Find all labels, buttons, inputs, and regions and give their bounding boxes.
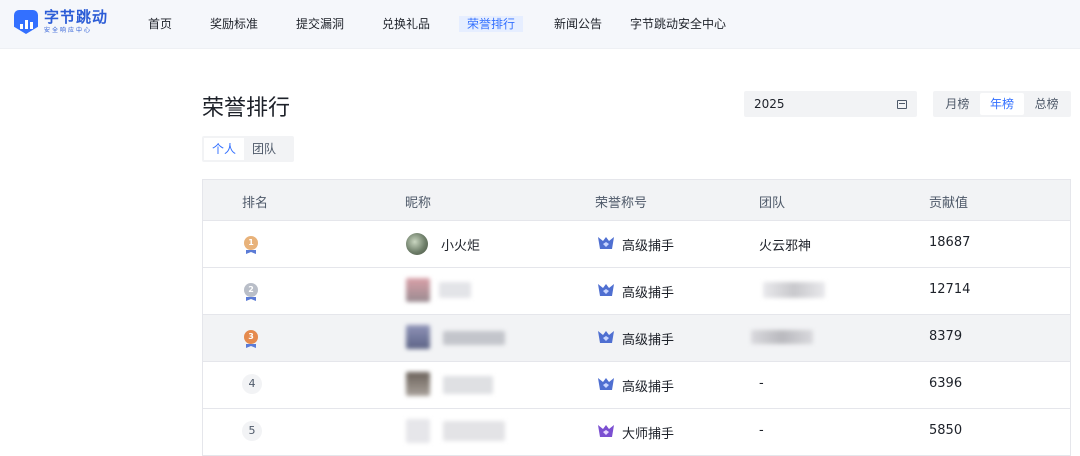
avatar[interactable]: [406, 372, 430, 396]
tab-individual[interactable]: 个人: [204, 138, 245, 160]
nickname[interactable]: [443, 421, 505, 441]
header-honor-title: 荣誉称号: [595, 196, 648, 211]
logo-title: 字节跳动: [44, 8, 109, 26]
top-navbar: 字节跳动 安全响应中心 首页 奖励标准 提交漏洞 兑换礼品 荣誉排行 新闻公告 …: [0, 0, 1080, 49]
senior-hunter-badge-icon: [597, 377, 615, 391]
team-name: [751, 330, 813, 344]
table-row: 1 小火炬 高级捕手 火云邪神 18687: [203, 221, 1070, 268]
avatar[interactable]: [406, 278, 430, 302]
header-nickname: 昵称: [405, 196, 432, 211]
logo-chart-icon: [14, 10, 38, 34]
nav-submit-vulnerability[interactable]: 提交漏洞: [296, 16, 344, 32]
rank-number: 5: [242, 421, 262, 441]
ranking-type-tabs: 个人 团队: [202, 136, 294, 162]
honor-title: 高级捕手: [622, 286, 675, 301]
period-segmented-control: 月榜 年榜 总榜: [933, 91, 1071, 117]
year-picker[interactable]: 2025: [744, 91, 917, 117]
senior-hunter-badge-icon: [597, 236, 615, 250]
senior-hunter-badge-icon: [597, 330, 615, 344]
nav-honor-ranking[interactable]: 荣誉排行: [459, 16, 524, 32]
avatar[interactable]: [406, 325, 430, 349]
score: 12714: [929, 282, 971, 297]
page-title: 荣誉排行: [202, 96, 291, 121]
team-name: [763, 282, 825, 298]
nav-news[interactable]: 新闻公告: [554, 16, 602, 32]
team-name: 火云邪神: [759, 239, 812, 254]
avatar[interactable]: [406, 419, 430, 443]
year-value: 2025: [754, 97, 785, 111]
logo[interactable]: 字节跳动 安全响应中心: [14, 10, 108, 34]
table-row: 5 大师捕手 - 5850: [203, 409, 1070, 456]
team-name: -: [759, 423, 764, 438]
silver-medal-icon: 2: [244, 283, 258, 297]
nickname[interactable]: 小火炬: [441, 235, 480, 254]
honor-title: 高级捕手: [622, 380, 675, 395]
master-hunter-badge-icon: [597, 424, 615, 438]
header-rank: 排名: [242, 196, 269, 211]
nickname[interactable]: [443, 331, 505, 345]
table-row: 4 高级捕手 - 6396: [203, 362, 1070, 409]
honor-title: 大师捕手: [622, 427, 675, 442]
score: 18687: [929, 235, 971, 250]
nickname[interactable]: [443, 376, 493, 394]
score: 6396: [929, 376, 963, 391]
table-header: 排名 昵称 荣誉称号 团队 贡献值: [203, 180, 1070, 221]
honor-title: 高级捕手: [622, 239, 675, 254]
avatar[interactable]: [406, 233, 428, 255]
honor-title: 高级捕手: [622, 333, 675, 348]
bronze-medal-icon: 3: [244, 330, 258, 344]
nickname[interactable]: [439, 282, 471, 298]
tab-all-time[interactable]: 总榜: [1024, 93, 1069, 115]
table-row: 2 高级捕手 12714: [203, 268, 1070, 315]
header-team: 团队: [759, 196, 786, 211]
header-score: 贡献值: [929, 196, 969, 211]
senior-hunter-badge-icon: [597, 283, 615, 297]
rank-number: 4: [242, 374, 262, 394]
nav-security-center[interactable]: 字节跳动安全中心: [630, 16, 726, 32]
nav-home[interactable]: 首页: [148, 16, 172, 32]
nav-reward-standards[interactable]: 奖励标准: [210, 16, 258, 32]
team-name: -: [759, 376, 764, 391]
score: 5850: [929, 423, 963, 438]
gold-medal-icon: 1: [244, 236, 258, 250]
calendar-icon: [897, 99, 907, 109]
score: 8379: [929, 329, 963, 344]
tab-team[interactable]: 团队: [244, 138, 284, 160]
tab-yearly[interactable]: 年榜: [979, 93, 1025, 115]
logo-subtitle: 安全响应中心: [44, 27, 93, 34]
ranking-table: 排名 昵称 荣誉称号 团队 贡献值 1 小火炬 高级捕手 火云邪神 18687 …: [202, 179, 1071, 456]
nav-redeem-gifts[interactable]: 兑换礼品: [382, 16, 430, 32]
tab-monthly[interactable]: 月榜: [935, 93, 980, 115]
table-row: 3 高级捕手 8379: [203, 315, 1070, 362]
